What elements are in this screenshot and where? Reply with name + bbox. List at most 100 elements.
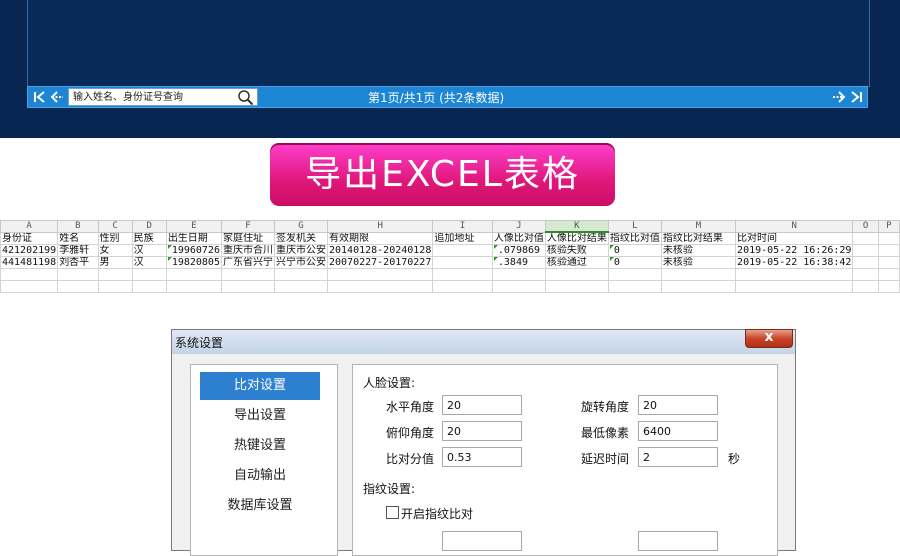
column-header[interactable]: H: [326, 220, 434, 233]
fingerprint-field-1[interactable]: [442, 531, 522, 551]
sheet-cell[interactable]: [165, 268, 222, 281]
column-header[interactable]: I: [432, 220, 493, 233]
sheet-cell[interactable]: 重庆市合川: [220, 244, 275, 257]
sheet-cell[interactable]: [57, 268, 99, 281]
sheet-cell[interactable]: [660, 280, 737, 293]
sheet-cell[interactable]: 民族: [131, 231, 167, 245]
rotation-angle-input[interactable]: [638, 395, 718, 415]
sheet-cell[interactable]: 19960726: [165, 244, 222, 257]
sheet-cell[interactable]: [852, 256, 879, 269]
search-field[interactable]: [68, 88, 258, 106]
sheet-cell[interactable]: 核验失败: [544, 244, 609, 257]
column-header[interactable]: A: [0, 220, 59, 233]
sheet-cell[interactable]: 2019-05-22 16:26:29: [735, 244, 854, 257]
sheet-cell[interactable]: [544, 268, 609, 281]
close-button[interactable]: x: [745, 329, 793, 348]
threshold-input[interactable]: [442, 447, 522, 467]
sheet-cell[interactable]: 汉: [131, 244, 167, 257]
sheet-cell[interactable]: [852, 268, 879, 281]
sheet-cell[interactable]: 签发机关: [273, 231, 328, 245]
sheet-cell[interactable]: 重庆市公安: [273, 244, 328, 257]
column-header[interactable]: J: [491, 220, 546, 233]
sheet-cell[interactable]: [273, 280, 328, 293]
sheet-cell[interactable]: 刘杏平: [57, 256, 99, 269]
nav-compare-settings[interactable]: 比对设置: [200, 372, 320, 400]
column-header[interactable]: E: [165, 220, 222, 233]
sheet-cell[interactable]: 421202199: [0, 244, 59, 257]
sheet-cell[interactable]: [607, 268, 662, 281]
column-header[interactable]: K: [544, 220, 609, 233]
sheet-cell[interactable]: [273, 268, 328, 281]
sheet-cell[interactable]: [432, 256, 493, 269]
sheet-cell[interactable]: [852, 231, 879, 245]
sheet-cell[interactable]: [326, 268, 434, 281]
pitch-angle-input[interactable]: [442, 421, 522, 441]
sheet-cell[interactable]: [877, 231, 900, 245]
nav-export-settings[interactable]: 导出设置: [200, 402, 320, 430]
last-page-icon[interactable]: [847, 88, 865, 106]
sheet-cell[interactable]: 指纹比对结果: [660, 231, 737, 245]
sheet-cell[interactable]: 姓名: [57, 231, 99, 245]
sheet-cell[interactable]: [220, 280, 275, 293]
column-header[interactable]: G: [273, 220, 328, 233]
min-pixels-input[interactable]: [638, 421, 718, 441]
nav-auto-output[interactable]: 自动输出: [200, 462, 320, 490]
sheet-cell[interactable]: 家庭住址: [220, 231, 275, 245]
sheet-cell[interactable]: [735, 268, 854, 281]
sheet-cell[interactable]: .3849: [491, 256, 546, 269]
sheet-cell[interactable]: [220, 268, 275, 281]
sheet-cell[interactable]: [0, 280, 59, 293]
sheet-cell[interactable]: [877, 256, 900, 269]
sheet-cell[interactable]: [165, 280, 222, 293]
sheet-cell[interactable]: [660, 268, 737, 281]
sheet-cell[interactable]: 核验通过: [544, 256, 609, 269]
prev-page-icon[interactable]: [48, 88, 66, 106]
nav-database-settings[interactable]: 数据库设置: [200, 492, 320, 520]
sheet-cell[interactable]: 身份证: [0, 231, 59, 245]
fingerprint-field-2[interactable]: [638, 531, 718, 551]
column-header[interactable]: M: [660, 220, 737, 233]
sheet-cell[interactable]: [326, 280, 434, 293]
sheet-cell[interactable]: [131, 268, 167, 281]
sheet-cell[interactable]: .079869: [491, 244, 546, 257]
sheet-cell[interactable]: [0, 268, 59, 281]
column-header[interactable]: P: [877, 220, 900, 233]
fingerprint-compare-checkbox[interactable]: [386, 506, 399, 519]
dialog-title-bar[interactable]: 系统设置 x: [172, 329, 795, 354]
sheet-cell[interactable]: 兴宁市公安: [273, 256, 328, 269]
sheet-cell[interactable]: 女: [97, 244, 133, 257]
next-page-icon[interactable]: [830, 88, 848, 106]
sheet-cell[interactable]: 19820805: [165, 256, 222, 269]
sheet-cell[interactable]: [97, 268, 133, 281]
sheet-cell[interactable]: [432, 280, 493, 293]
sheet-cell[interactable]: 2019-05-22 16:38:42: [735, 256, 854, 269]
sheet-cell[interactable]: [432, 244, 493, 257]
search-input[interactable]: [73, 89, 223, 105]
nav-hotkey-settings[interactable]: 热键设置: [200, 432, 320, 460]
sheet-cell[interactable]: 人像比对结果: [544, 231, 609, 245]
sheet-cell[interactable]: 比对时间: [735, 231, 854, 245]
sheet-cell[interactable]: 未核验: [660, 244, 737, 257]
column-header[interactable]: C: [97, 220, 133, 233]
sheet-cell[interactable]: 李雅轩: [57, 244, 99, 257]
sheet-cell[interactable]: [432, 268, 493, 281]
column-header[interactable]: O: [852, 220, 879, 233]
sheet-cell[interactable]: 广东省兴宁: [220, 256, 275, 269]
sheet-cell[interactable]: [131, 280, 167, 293]
sheet-cell[interactable]: [97, 280, 133, 293]
sheet-cell[interactable]: [877, 244, 900, 257]
sheet-cell[interactable]: 441481198: [0, 256, 59, 269]
search-icon[interactable]: [237, 89, 255, 106]
sheet-cell[interactable]: 出生日期: [165, 231, 222, 245]
sheet-cell[interactable]: 未核验: [660, 256, 737, 269]
column-header[interactable]: F: [220, 220, 275, 233]
sheet-cell[interactable]: [735, 280, 854, 293]
column-header[interactable]: B: [57, 220, 99, 233]
sheet-cell[interactable]: 汉: [131, 256, 167, 269]
sheet-cell[interactable]: [491, 268, 546, 281]
sheet-cell[interactable]: 人像比对值: [491, 231, 546, 245]
sheet-cell[interactable]: 有效期限: [326, 231, 434, 245]
sheet-cell[interactable]: 0: [607, 244, 662, 257]
column-header[interactable]: L: [607, 220, 662, 233]
column-header[interactable]: N: [735, 220, 854, 233]
